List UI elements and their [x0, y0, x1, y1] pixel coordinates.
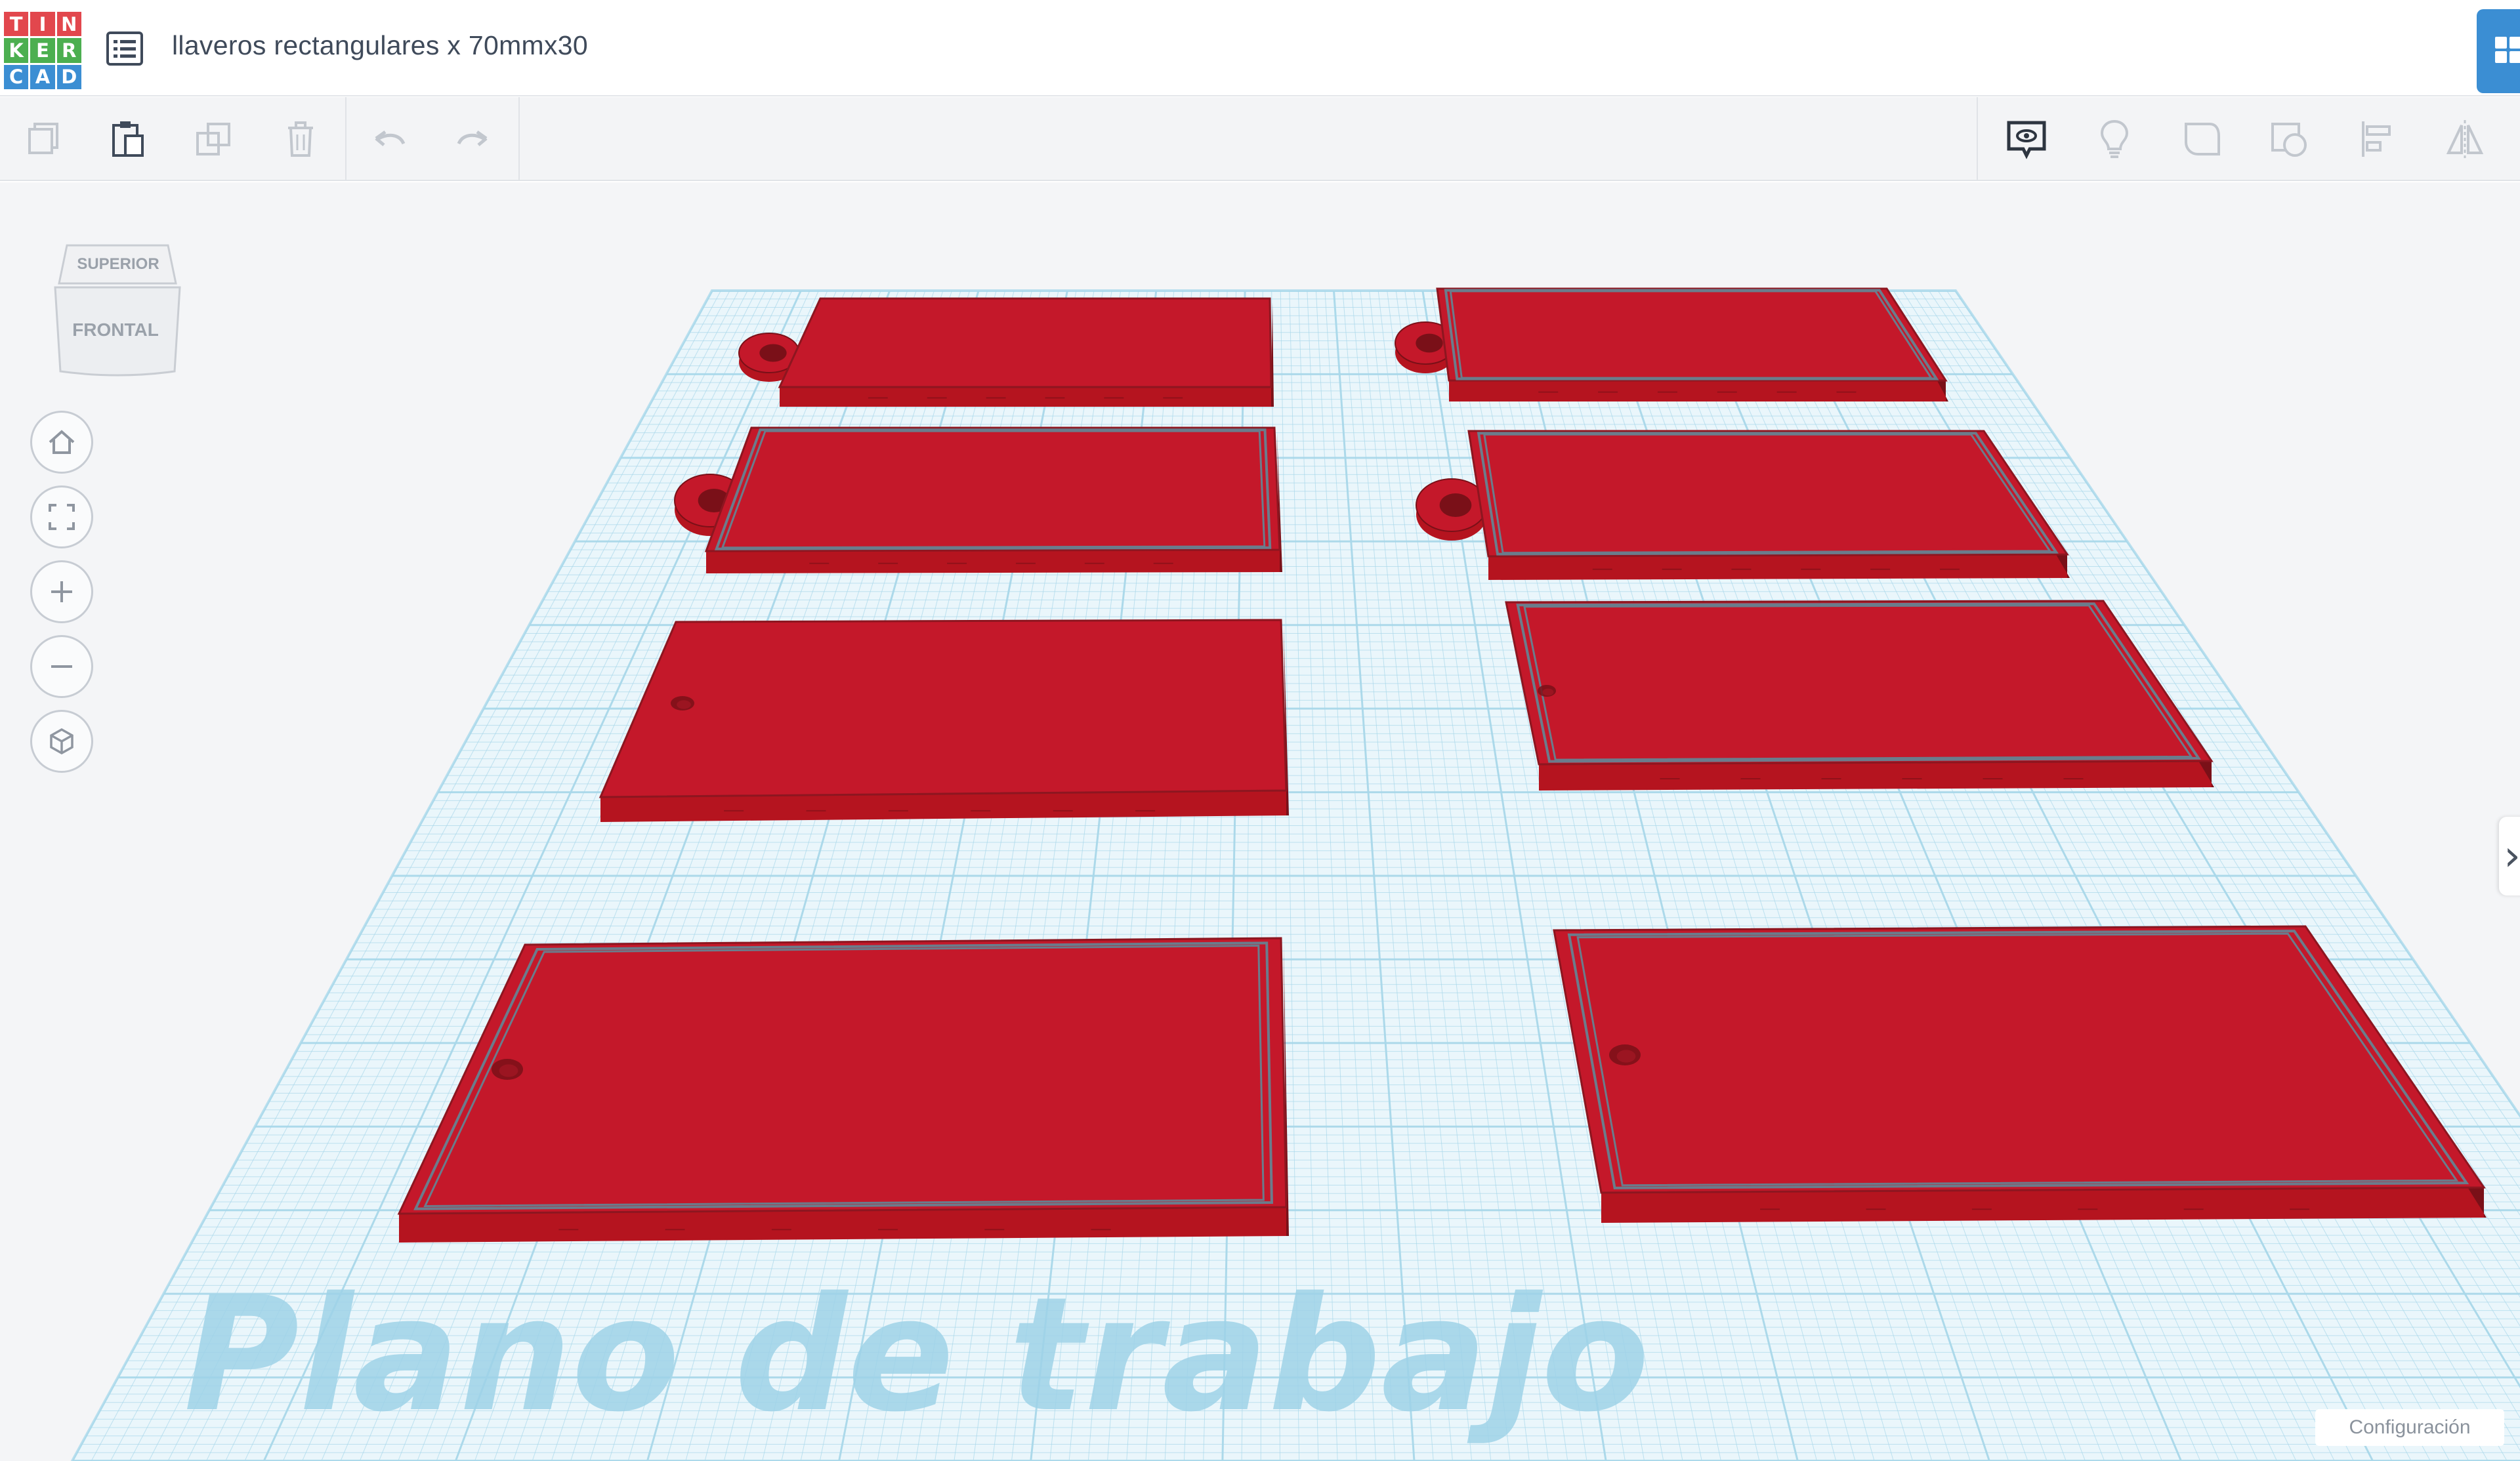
- align-button[interactable]: [2347, 110, 2410, 168]
- chevron-right-icon: ›: [2504, 832, 2520, 880]
- mirror-button[interactable]: [2433, 110, 2496, 168]
- home-view-button[interactable]: [30, 411, 93, 474]
- duplicate-icon: [196, 123, 230, 155]
- view-cube[interactable]: SUPERIOR FRONTAL: [46, 231, 184, 382]
- viewcube-front-label: FRONTAL: [72, 319, 159, 340]
- show-all-icon: [2100, 119, 2129, 158]
- keychain-1[interactable]: [738, 297, 1274, 407]
- copy-button[interactable]: [12, 110, 75, 168]
- workplane-label: Plano de trabajo: [184, 1263, 1649, 1447]
- home-view-icon: [49, 430, 75, 454]
- keychain-7[interactable]: [397, 937, 1289, 1243]
- undo-icon: [375, 130, 406, 146]
- zoom-in-button[interactable]: [30, 560, 93, 623]
- list-icon: [106, 31, 143, 66]
- logo-letter: D: [56, 64, 81, 89]
- paste-icon: [112, 121, 144, 157]
- keychain-5[interactable]: [598, 619, 1289, 822]
- group-icon: [2185, 123, 2220, 155]
- keychain-4[interactable]: [1416, 430, 2070, 580]
- align-icon: [2362, 121, 2391, 157]
- design-title[interactable]: llaveros rectangulares x 70mmx30: [172, 30, 588, 61]
- logo-letter: N: [56, 12, 81, 37]
- paste-button[interactable]: [96, 110, 159, 168]
- keychain-6[interactable]: [1505, 600, 2214, 791]
- ungroup-icon: [2271, 123, 2307, 157]
- keychain-3[interactable]: [674, 426, 1282, 573]
- keychain-2[interactable]: [1395, 287, 1948, 401]
- viewcube-top-label: SUPERIOR: [77, 255, 159, 273]
- delete-icon: [288, 121, 313, 157]
- delete-button[interactable]: [269, 110, 332, 168]
- logo-letter: R: [56, 38, 81, 63]
- show-all-button[interactable]: [2083, 110, 2146, 168]
- logo-letter: C: [4, 64, 29, 89]
- logo-letter: A: [30, 64, 55, 89]
- redo-icon: [457, 130, 488, 146]
- tinkercad-editor: TIN KER CAD llaveros rectangulares x 70mmx…: [0, 0, 2520, 1461]
- zoom-out-icon: [51, 665, 72, 668]
- toolbar-divider: [345, 97, 346, 180]
- collapse-panel-toggle[interactable]: ›: [2499, 817, 2520, 895]
- apps-menu-button[interactable]: [2477, 9, 2520, 93]
- logo-letter: K: [4, 38, 29, 63]
- toolbar-divider: [518, 97, 520, 180]
- ungroup-button[interactable]: [2259, 110, 2322, 168]
- notes-button[interactable]: [1995, 110, 2058, 168]
- fit-all-button[interactable]: [30, 485, 93, 548]
- workplane-scene[interactable]: Plano de trabajo: [0, 182, 2520, 1461]
- settings-button[interactable]: Configuración: [2315, 1409, 2504, 1446]
- duplicate-button[interactable]: [182, 110, 245, 168]
- perspective-button[interactable]: [30, 710, 93, 773]
- logo-letter: I: [30, 12, 55, 37]
- zoom-out-button[interactable]: [30, 635, 93, 698]
- title-bar: TIN KER CAD llaveros rectangulares x 70mmx…: [0, 0, 2520, 96]
- redo-button[interactable]: [441, 110, 504, 168]
- toolbar-divider: [1977, 97, 1978, 180]
- logo-letter: E: [30, 38, 55, 63]
- fit-all-icon: [49, 504, 75, 530]
- edit-toolbar: [0, 97, 2520, 181]
- undo-button[interactable]: [358, 110, 421, 168]
- tinkercad-logo[interactable]: TIN KER CAD: [4, 12, 81, 89]
- mirror-icon: [2446, 120, 2484, 158]
- 3d-viewport[interactable]: Plano de trabajo SUPERIOR FRONTAL: [0, 182, 2520, 1461]
- design-list-button[interactable]: [102, 28, 147, 70]
- perspective-icon: [50, 728, 74, 755]
- notes-icon: [2007, 121, 2046, 159]
- copy-icon: [28, 123, 58, 154]
- group-button[interactable]: [2171, 110, 2234, 168]
- zoom-in-icon: [51, 581, 72, 602]
- logo-letter: T: [4, 12, 29, 37]
